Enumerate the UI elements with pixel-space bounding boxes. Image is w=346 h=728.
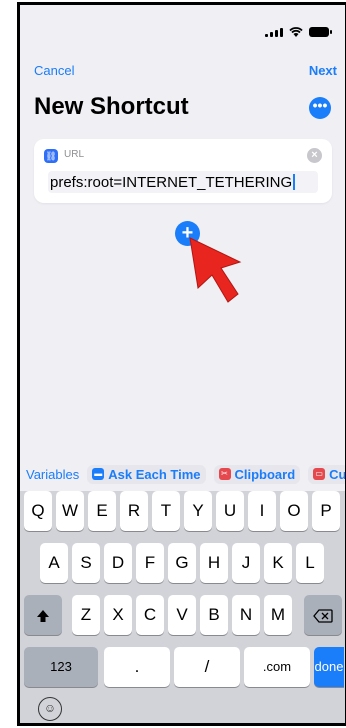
key-s[interactable]: S	[72, 543, 100, 583]
next-button[interactable]: Next	[309, 63, 337, 78]
keyboard-row-4: 123 . / .com done	[20, 647, 345, 687]
speech-bubble-icon: ▬	[92, 468, 105, 480]
battery-icon	[309, 27, 332, 37]
signal-icon	[265, 27, 283, 37]
key-d[interactable]: D	[104, 543, 132, 583]
key-y[interactable]: Y	[184, 491, 212, 531]
backspace-icon	[313, 608, 333, 623]
keyboard: Q W E R T Y U I O P A S D F G H J K L Z …	[20, 491, 345, 723]
cancel-button[interactable]: Cancel	[34, 63, 74, 78]
key-l[interactable]: L	[296, 543, 324, 583]
action-label: URL	[64, 149, 85, 160]
page-title: New Shortcut	[34, 93, 189, 120]
url-action-card[interactable]: ⛓ URL × prefs:root=INTERNET_TETHERING	[34, 139, 332, 203]
emoji-icon[interactable]: ☺	[38, 697, 62, 721]
key-w[interactable]: W	[56, 491, 84, 531]
numbers-key[interactable]: 123	[24, 647, 98, 687]
ellipsis-icon[interactable]: •••	[309, 97, 331, 119]
keyboard-row-1: Q W E R T Y U I O P	[20, 491, 345, 531]
ask-each-time-chip[interactable]: ▬ Ask Each Time	[87, 464, 206, 484]
phone-screen: Cancel Next New Shortcut ••• ⛓ URL × pre…	[17, 2, 346, 726]
keyboard-row-2: A S D F G H J K L	[20, 543, 345, 583]
cu-chip[interactable]: ▭ Cu	[308, 464, 345, 484]
key-j[interactable]: J	[232, 543, 260, 583]
dotcom-key[interactable]: .com	[244, 647, 310, 687]
key-v[interactable]: V	[168, 595, 196, 635]
scissors-icon: ✂	[218, 468, 231, 480]
key-t[interactable]: T	[152, 491, 180, 531]
link-icon: ⛓	[44, 149, 58, 163]
shift-key[interactable]	[24, 595, 62, 635]
key-x[interactable]: X	[104, 595, 132, 635]
key-f[interactable]: F	[136, 543, 164, 583]
keyboard-row-3: Z X C V B N M	[20, 595, 345, 635]
key-b[interactable]: B	[200, 595, 228, 635]
key-k[interactable]: K	[264, 543, 292, 583]
url-value: prefs:root=INTERNET_TETHERING	[50, 174, 293, 191]
key-e[interactable]: E	[88, 491, 116, 531]
key-n[interactable]: N	[232, 595, 260, 635]
shift-icon	[37, 609, 49, 622]
key-u[interactable]: U	[216, 491, 244, 531]
slash-key[interactable]: /	[174, 647, 240, 687]
dot-key[interactable]: .	[104, 647, 170, 687]
delete-key[interactable]	[304, 595, 342, 635]
variables-bar: Variables ▬ Ask Each Time ✂ Clipboard ▭ …	[20, 457, 345, 491]
key-g[interactable]: G	[168, 543, 196, 583]
key-o[interactable]: O	[280, 491, 308, 531]
key-i[interactable]: I	[248, 491, 276, 531]
pointer-arrow-icon	[189, 237, 242, 303]
key-p[interactable]: P	[312, 491, 340, 531]
key-z[interactable]: Z	[72, 595, 100, 635]
variables-button[interactable]: Variables	[26, 467, 79, 482]
key-a[interactable]: A	[40, 543, 68, 583]
clipboard-chip[interactable]: ✂ Clipboard	[213, 464, 301, 484]
done-key[interactable]: done	[314, 647, 344, 687]
key-h[interactable]: H	[200, 543, 228, 583]
key-m[interactable]: M	[264, 595, 292, 635]
text-cursor	[293, 174, 296, 190]
key-q[interactable]: Q	[24, 491, 52, 531]
status-bar	[20, 5, 345, 55]
key-r[interactable]: R	[120, 491, 148, 531]
url-field[interactable]: prefs:root=INTERNET_TETHERING	[48, 171, 318, 193]
calendar-icon: ▭	[313, 468, 326, 480]
key-c[interactable]: C	[136, 595, 164, 635]
clear-icon[interactable]: ×	[307, 148, 322, 163]
home-indicator	[124, 723, 244, 726]
wifi-icon	[289, 27, 303, 37]
